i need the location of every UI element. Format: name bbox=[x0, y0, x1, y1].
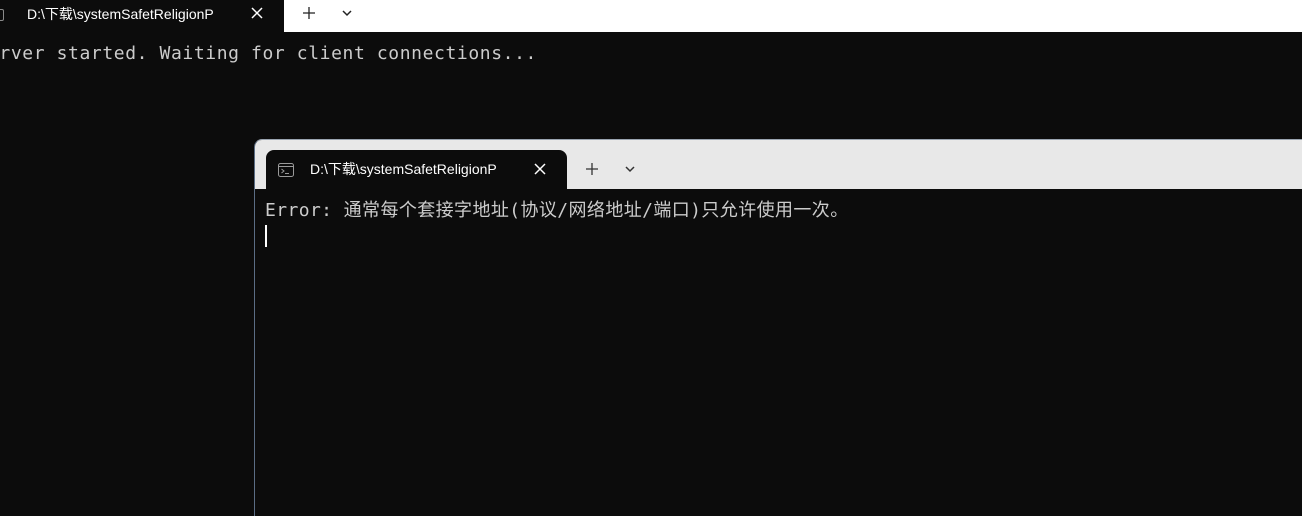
console-error-line: Error: 通常每个套接字地址(协议/网络地址/端口)只允许使用一次。 bbox=[265, 200, 849, 221]
back-title-bar: D:\下载\systemSafetReligionP bbox=[0, 0, 1302, 32]
terminal-icon bbox=[0, 9, 4, 21]
back-tab[interactable]: D:\下载\systemSafetReligionP bbox=[0, 0, 284, 32]
close-icon[interactable] bbox=[248, 4, 266, 22]
console-output-line: erver started. Waiting for client connec… bbox=[0, 43, 537, 64]
front-terminal-window: D:\下载\systemSafetReligionP Error: 通常每个套接… bbox=[254, 139, 1302, 516]
front-console[interactable]: Error: 通常每个套接字地址(协议/网络地址/端口)只允许使用一次。 bbox=[255, 189, 1302, 516]
plus-icon[interactable] bbox=[583, 160, 601, 178]
chevron-down-icon[interactable] bbox=[338, 4, 356, 22]
chevron-down-icon[interactable] bbox=[621, 160, 639, 178]
back-tab-title: D:\下载\systemSafetReligionP bbox=[27, 6, 214, 22]
front-tab[interactable]: D:\下载\systemSafetReligionP bbox=[266, 150, 567, 189]
front-tab-title: D:\下载\systemSafetReligionP bbox=[310, 161, 497, 177]
plus-icon[interactable] bbox=[300, 4, 318, 22]
terminal-icon bbox=[278, 163, 294, 177]
text-cursor bbox=[265, 225, 267, 247]
front-title-bar: D:\下载\systemSafetReligionP bbox=[255, 140, 1302, 189]
close-icon[interactable] bbox=[531, 160, 549, 178]
